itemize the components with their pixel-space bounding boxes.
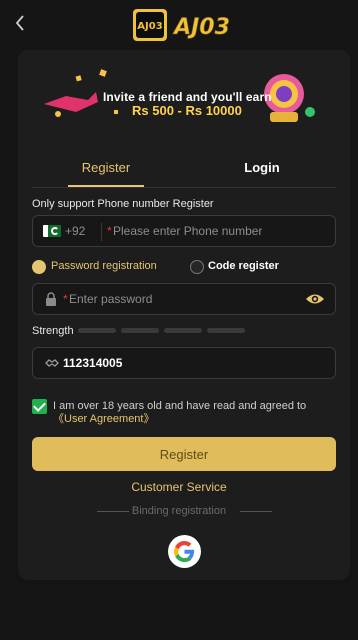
phone-input[interactable] xyxy=(113,216,333,246)
agreement-statement: I am over 18 years old and have read and… xyxy=(53,400,307,412)
phone-section-label: Only support Phone number Register xyxy=(32,198,214,210)
code-register-option[interactable]: Code register xyxy=(190,259,290,275)
register-card xyxy=(18,50,350,580)
password-mode-icon xyxy=(32,260,46,274)
agreement-checkbox[interactable] xyxy=(32,399,47,414)
brand-logo: AJ03 AJ03 xyxy=(133,9,230,41)
pakistan-flag-icon xyxy=(43,225,61,237)
tab-login[interactable]: Login xyxy=(224,158,300,188)
code-mode-icon xyxy=(190,260,204,274)
strength-segment-1 xyxy=(78,328,116,333)
google-icon xyxy=(174,541,195,562)
tab-register[interactable]: Register xyxy=(68,158,144,188)
top-bar: AJ03 AJ03 xyxy=(0,0,358,50)
google-login-button[interactable] xyxy=(168,535,201,568)
agreement-text: I am over 18 years old and have read and… xyxy=(53,400,336,426)
strength-segment-4 xyxy=(207,328,245,333)
password-input[interactable] xyxy=(69,284,299,314)
lock-icon xyxy=(46,292,56,306)
required-mark: * xyxy=(107,224,112,238)
user-agreement-link[interactable]: 《User Agreement》 xyxy=(53,413,154,425)
back-button[interactable] xyxy=(10,12,32,34)
strength-label: Strength xyxy=(32,325,74,337)
password-registration-option[interactable]: Password registration xyxy=(32,259,172,275)
chevron-left-icon xyxy=(15,15,24,31)
tab-divider xyxy=(32,187,336,188)
svg-text:AJ03: AJ03 xyxy=(137,21,162,32)
banner-line-2: Rs 500 - Rs 10000 xyxy=(132,103,242,118)
banner-line-1: Invite a friend and you'll earn xyxy=(103,90,272,104)
referral-code-field xyxy=(32,347,336,379)
phone-field: +92 * xyxy=(32,215,336,247)
binding-registration-label: Binding registration xyxy=(131,505,227,517)
agreement-row: I am over 18 years old and have read and… xyxy=(32,399,336,429)
referral-code-input[interactable] xyxy=(63,348,283,378)
country-code[interactable]: +92 xyxy=(65,224,85,238)
divider-right xyxy=(240,511,272,512)
strength-segment-3 xyxy=(164,328,202,333)
field-separator xyxy=(101,223,102,241)
required-mark: * xyxy=(63,292,68,306)
customer-service-link[interactable]: Customer Service xyxy=(0,480,358,494)
code-mode-label: Code register xyxy=(208,260,279,272)
password-field: * xyxy=(32,283,336,315)
strength-segment-2 xyxy=(121,328,159,333)
svg-text:AJ03: AJ03 xyxy=(172,15,230,40)
eye-icon[interactable] xyxy=(305,292,325,306)
handshake-icon xyxy=(45,359,59,367)
password-mode-label: Password registration xyxy=(51,260,157,272)
register-button[interactable]: Register xyxy=(32,437,336,471)
